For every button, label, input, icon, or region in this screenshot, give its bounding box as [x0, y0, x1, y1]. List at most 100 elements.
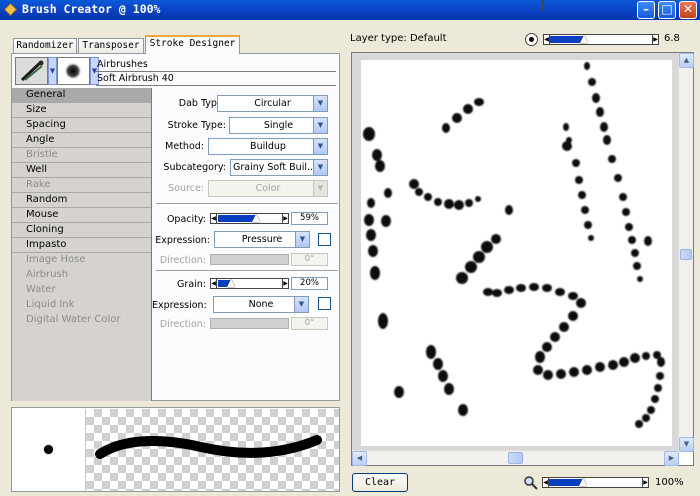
canvas-vertical-scrollbar[interactable]: ▲ ▼: [678, 53, 694, 452]
grain-direction-value[interactable]: 0°: [291, 317, 328, 330]
category-random[interactable]: Random: [12, 193, 151, 208]
tab-transposer[interactable]: Transposer: [78, 38, 144, 53]
chevron-down-icon: ▼: [295, 232, 309, 247]
chevron-down-icon: ▼: [313, 139, 327, 154]
category-image-hose[interactable]: Image Hose: [12, 253, 151, 268]
category-bristle[interactable]: Bristle: [12, 148, 151, 163]
opacity-invert-checkbox[interactable]: [318, 233, 331, 246]
subcategory-value: Grainy Soft Buil...: [233, 162, 317, 173]
brush-category-dropdown[interactable]: ▼: [48, 57, 57, 85]
tab-randomizer[interactable]: Randomizer: [13, 38, 77, 53]
airbrush-icon: [20, 60, 44, 82]
grain-invert-checkbox[interactable]: [318, 297, 331, 310]
dab-type-value: Circular: [254, 98, 291, 109]
grain-direction-label: Direction:: [159, 319, 206, 330]
source-value: Color: [255, 183, 281, 194]
category-cloning[interactable]: Cloning: [12, 223, 151, 238]
category-impasto[interactable]: Impasto: [12, 238, 151, 253]
slider-right-arrow[interactable]: ▶: [282, 279, 288, 288]
close-button[interactable]: ✕: [679, 1, 697, 19]
zoom-slider-fill: [549, 479, 583, 486]
grain-expression-label: Expression:: [152, 300, 207, 311]
category-angle[interactable]: Angle: [12, 133, 151, 148]
category-water[interactable]: Water: [12, 283, 151, 298]
grain-label: Grain:: [177, 279, 206, 290]
zoom-slider[interactable]: ◀ ▶: [542, 477, 649, 488]
brush-size-slider[interactable]: ◀ ▶: [543, 34, 659, 45]
zoom-value: 100%: [655, 477, 684, 488]
subcategory-label: Subcategory:: [163, 162, 226, 173]
stroke-designer-panel: ▼ ▼ Airbrushes Soft Airbrush 40 General …: [11, 53, 340, 401]
grain-value[interactable]: 20%: [291, 277, 328, 290]
title-bar: Brush Creator @ 100% – □ ✕: [0, 0, 700, 20]
brush-size-thumb[interactable]: [580, 35, 588, 43]
slider-right-arrow[interactable]: ▶: [282, 214, 288, 223]
category-general[interactable]: General: [12, 88, 151, 103]
opacity-direction-value[interactable]: 0°: [291, 253, 328, 266]
category-rake[interactable]: Rake: [12, 178, 151, 193]
stroke-type-label: Stroke Type:: [167, 120, 226, 131]
opacity-slider-fill: [218, 215, 256, 222]
opacity-direction-slider[interactable]: [210, 254, 289, 265]
minimize-button[interactable]: –: [637, 1, 655, 19]
divider: [156, 203, 338, 205]
grain-expression-value: None: [248, 299, 274, 310]
category-digital-water-color[interactable]: Digital Water Color: [12, 313, 151, 328]
tab-stroke-designer[interactable]: Stroke Designer: [145, 35, 240, 54]
opacity-value[interactable]: 59%: [291, 212, 328, 225]
clear-button[interactable]: Clear: [352, 473, 408, 492]
category-size[interactable]: Size: [12, 103, 151, 118]
grain-slider[interactable]: ◀ ▶: [210, 278, 289, 289]
brush-control-categories: General Size Spacing Angle Bristle Well …: [12, 88, 151, 401]
grain-direction-slider[interactable]: [210, 318, 289, 329]
slider-right-arrow[interactable]: ▶: [642, 478, 648, 487]
source-label: Source:: [168, 183, 204, 194]
category-mouse[interactable]: Mouse: [12, 208, 151, 223]
scroll-down-button[interactable]: ▼: [679, 437, 694, 452]
horizontal-scroll-thumb[interactable]: [508, 452, 523, 464]
scroll-left-button[interactable]: ◀: [352, 451, 367, 466]
method-label: Method:: [165, 141, 204, 152]
slider-left-arrow[interactable]: ◀: [211, 279, 217, 288]
zoom-slider-thumb[interactable]: [579, 478, 587, 486]
canvas-paper[interactable]: [361, 60, 672, 446]
opacity-expression-select[interactable]: Pressure ▼: [214, 231, 310, 248]
vertical-scroll-thumb[interactable]: [680, 249, 692, 260]
source-select[interactable]: Color ▼: [208, 180, 328, 197]
category-liquid-ink[interactable]: Liquid Ink: [12, 298, 151, 313]
divider: [156, 270, 338, 272]
brush-category-name: Airbrushes: [97, 59, 148, 70]
stroke-type-select[interactable]: Single ▼: [229, 117, 328, 134]
minimize-icon: –: [643, 2, 649, 16]
category-spacing[interactable]: Spacing: [12, 118, 151, 133]
opacity-label: Opacity:: [166, 214, 206, 225]
canvas-strokes: [363, 62, 665, 428]
canvas-horizontal-scrollbar[interactable]: ◀ ▶: [352, 450, 679, 466]
brush-size-value: 6.8: [664, 33, 680, 44]
grain-slider-thumb[interactable]: [227, 279, 235, 287]
zoom-slider-placeholder: [542, 0, 544, 11]
size-circle-icon: [525, 33, 538, 46]
scroll-up-button[interactable]: ▲: [679, 53, 694, 68]
stroke-preview: [86, 409, 339, 491]
brush-variant-name: Soft Airbrush 40: [97, 73, 174, 84]
slider-left-arrow[interactable]: ◀: [211, 214, 217, 223]
dab-selector[interactable]: [57, 57, 90, 85]
scroll-right-button[interactable]: ▶: [664, 451, 679, 466]
method-value: Buildup: [250, 141, 286, 152]
brush-category-selector[interactable]: [15, 57, 48, 85]
grain-expression-select[interactable]: None ▼: [213, 296, 309, 313]
slider-right-arrow[interactable]: ▶: [652, 35, 658, 44]
subcategory-select[interactable]: Grainy Soft Buil... ▼: [230, 159, 328, 176]
opacity-slider[interactable]: ◀ ▶: [210, 213, 289, 224]
opacity-slider-thumb[interactable]: [252, 214, 260, 222]
dab-type-select[interactable]: Circular ▼: [217, 95, 328, 112]
layer-type-label: Layer type: Default: [350, 33, 447, 44]
maximize-button[interactable]: □: [658, 1, 676, 19]
method-select[interactable]: Buildup ▼: [208, 138, 328, 155]
chevron-down-icon: ▼: [313, 160, 327, 175]
category-well[interactable]: Well: [12, 163, 151, 178]
soft-dab-icon: [64, 62, 82, 80]
scratch-pad-canvas[interactable]: ▲ ▼ ◀ ▶: [351, 52, 694, 466]
category-airbrush[interactable]: Airbrush: [12, 268, 151, 283]
